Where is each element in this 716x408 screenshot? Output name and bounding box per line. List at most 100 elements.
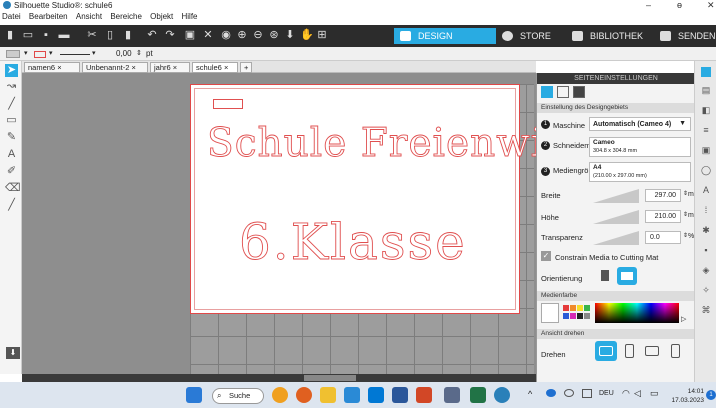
menu-bearbeiten[interactable]: Bearbeiten bbox=[29, 12, 68, 21]
line-color-icon[interactable] bbox=[34, 51, 46, 58]
color-swatch[interactable] bbox=[570, 305, 576, 311]
add-page-icon[interactable]: ⊞ bbox=[316, 29, 328, 42]
trace-panel-icon[interactable]: ⌘ bbox=[701, 305, 711, 316]
word-icon[interactable] bbox=[392, 387, 408, 403]
rotate-270-button[interactable] bbox=[665, 341, 685, 361]
page-settings-strip-icon[interactable] bbox=[701, 67, 711, 77]
undo-icon[interactable]: ↶ bbox=[146, 29, 158, 42]
page-setup-icon[interactable] bbox=[541, 86, 553, 98]
language-indicator[interactable]: DEU bbox=[599, 390, 614, 397]
zoom-out-icon[interactable]: ⊖ bbox=[252, 29, 264, 42]
redo-icon[interactable]: ↷ bbox=[164, 29, 176, 42]
menu-datei[interactable]: Datei bbox=[2, 12, 21, 21]
outlook-icon[interactable] bbox=[368, 387, 384, 403]
store-panel-icon[interactable]: ✧ bbox=[701, 285, 711, 296]
dropdown-arrow-icon[interactable]: ▾ bbox=[24, 47, 28, 61]
line-width-input[interactable]: 0,00 bbox=[116, 47, 132, 61]
landscape-button[interactable] bbox=[617, 267, 637, 285]
align-icon[interactable]: ▪ bbox=[701, 245, 711, 255]
rectangle-tool-icon[interactable]: ▭ bbox=[5, 114, 18, 127]
paper-page[interactable]: Schule Freienwil 6.Klasse bbox=[190, 84, 557, 314]
network-drive-icon[interactable] bbox=[582, 389, 592, 398]
panel-toggle-icon[interactable]: ⬇ bbox=[6, 347, 20, 359]
chrome-icon[interactable] bbox=[272, 387, 288, 403]
trace-icon[interactable]: ◉ bbox=[220, 29, 232, 42]
text-style-icon[interactable]: A bbox=[701, 185, 711, 195]
design-text-line1[interactable]: Schule Freienwil bbox=[207, 121, 558, 167]
color-spectrum-picker[interactable] bbox=[595, 303, 679, 323]
fill-icon[interactable]: ◧ bbox=[701, 105, 711, 116]
rotate-0-button[interactable] bbox=[595, 341, 617, 361]
color-swatch[interactable] bbox=[577, 305, 583, 311]
minimize-button[interactable]: – bbox=[646, 0, 651, 11]
firefox-icon[interactable] bbox=[296, 387, 312, 403]
zoom-fit-icon[interactable]: ⊛ bbox=[268, 29, 280, 42]
image-icon[interactable]: ▣ bbox=[701, 145, 711, 156]
windows-start-icon[interactable] bbox=[186, 387, 202, 403]
horizontal-scrollbar[interactable] bbox=[22, 374, 536, 382]
tab-send[interactable]: SENDEN bbox=[654, 28, 716, 44]
dropdown-arrow-icon[interactable]: ▾ bbox=[92, 47, 96, 61]
selected-color-swatch[interactable] bbox=[541, 303, 559, 323]
replicate-icon[interactable]: ⁞ bbox=[701, 205, 711, 215]
clock[interactable]: 14:01 17.03.2023 bbox=[670, 387, 704, 405]
grid-icon[interactable] bbox=[557, 86, 569, 98]
select-arrow-icon[interactable]: ➤ bbox=[5, 64, 18, 77]
zoom-in-icon[interactable]: ⊕ bbox=[236, 29, 248, 42]
layers-icon[interactable]: ▤ bbox=[701, 85, 711, 96]
line-style-icon[interactable] bbox=[60, 54, 90, 55]
color-swatch[interactable] bbox=[577, 313, 583, 319]
wifi-icon[interactable]: ◠ bbox=[622, 388, 630, 399]
circle-icon[interactable]: ◯ bbox=[701, 165, 711, 176]
menu-ansicht[interactable]: Ansicht bbox=[76, 12, 102, 21]
tab-design[interactable]: DESIGN bbox=[394, 28, 496, 44]
fill-pattern-icon[interactable] bbox=[6, 50, 20, 58]
constrain-checkbox[interactable]: ✓ bbox=[541, 251, 551, 261]
maximize-button[interactable]: ɵ bbox=[677, 0, 682, 11]
pencil-tool-icon[interactable]: ✎ bbox=[5, 131, 18, 144]
color-swatch[interactable] bbox=[584, 305, 590, 311]
machine-select[interactable]: Automatisch (Cameo 4) ▼ bbox=[589, 117, 691, 131]
menu-bereiche[interactable]: Bereiche bbox=[110, 12, 142, 21]
copy-icon[interactable]: ▯ bbox=[104, 29, 116, 42]
width-slider[interactable] bbox=[593, 189, 639, 203]
height-input[interactable]: 210.00 bbox=[645, 210, 681, 223]
tab-namen6[interactable]: namen6 × bbox=[24, 62, 80, 73]
cut-icon[interactable]: ✂ bbox=[86, 29, 98, 42]
rotate-90-button[interactable] bbox=[619, 341, 639, 361]
offset-icon[interactable]: ✱ bbox=[701, 225, 711, 236]
tab-store[interactable]: STORE bbox=[496, 28, 558, 44]
transform-panel-icon[interactable]: ◈ bbox=[701, 265, 711, 276]
battery-icon[interactable]: ▭ bbox=[650, 388, 659, 399]
paste-icon[interactable]: ▮ bbox=[122, 29, 134, 42]
delete-icon[interactable]: ✕ bbox=[202, 29, 214, 42]
file-explorer-icon[interactable] bbox=[320, 387, 336, 403]
eraser-tool-icon[interactable]: ⌫ bbox=[5, 182, 21, 195]
notification-badge[interactable]: 1 bbox=[706, 390, 716, 400]
add-tab-button[interactable]: + bbox=[240, 62, 252, 73]
pan-hand-icon[interactable]: ✋ bbox=[300, 29, 314, 42]
knife-tool-icon[interactable]: ╱ bbox=[5, 199, 18, 212]
point-edit-icon[interactable]: ↝ bbox=[5, 80, 18, 93]
transform-icon[interactable]: ▣ bbox=[184, 29, 196, 42]
open-file-icon[interactable]: ▭ bbox=[22, 29, 34, 42]
design-canvas[interactable]: Schule Freienwil 6.Klasse bbox=[22, 73, 557, 374]
onedrive-icon[interactable] bbox=[546, 389, 556, 397]
print-icon[interactable]: ▬ bbox=[58, 29, 70, 42]
transparency-input[interactable]: 0.0 bbox=[645, 231, 681, 244]
taskbar-search[interactable]: ⌕ Suche bbox=[212, 388, 264, 404]
save-icon[interactable]: ▪ bbox=[40, 29, 52, 42]
more-colors-icon[interactable]: ▷ bbox=[681, 315, 686, 323]
color-swatch[interactable] bbox=[570, 313, 576, 319]
menu-objekt[interactable]: Objekt bbox=[150, 12, 173, 21]
rotate-180-button[interactable] bbox=[641, 341, 663, 361]
powerpoint-icon[interactable] bbox=[416, 387, 432, 403]
close-button[interactable]: ✕ bbox=[707, 0, 715, 11]
excel-icon[interactable] bbox=[470, 387, 486, 403]
height-slider[interactable] bbox=[593, 210, 639, 224]
mail-icon[interactable] bbox=[344, 387, 360, 403]
portrait-button[interactable] bbox=[595, 267, 615, 285]
move-down-icon[interactable]: ⬇ bbox=[284, 29, 296, 42]
registration-icon[interactable] bbox=[573, 86, 585, 98]
menu-hilfe[interactable]: Hilfe bbox=[182, 12, 198, 21]
